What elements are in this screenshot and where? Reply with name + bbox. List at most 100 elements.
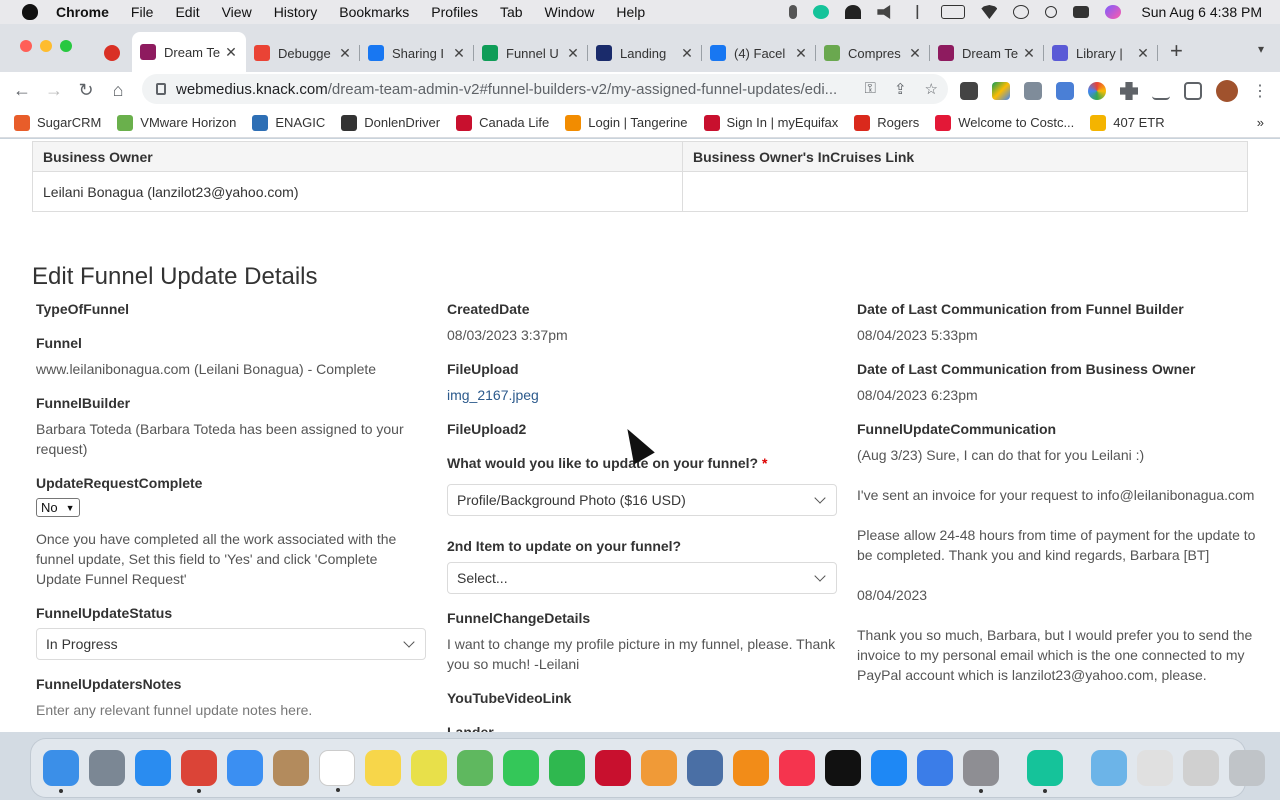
close-tab-icon[interactable]: ✕ <box>338 45 352 62</box>
menu-profiles[interactable]: Profiles <box>431 4 478 20</box>
bookmark-item[interactable]: Sign In | myEquifax <box>703 114 838 131</box>
microphone-icon[interactable] <box>789 5 798 19</box>
menu-view[interactable]: View <box>222 4 252 20</box>
downloads-folder-icon[interactable] <box>1091 750 1127 786</box>
notes-icon[interactable] <box>365 750 401 786</box>
spotlight-search-icon[interactable] <box>1045 6 1058 18</box>
menubar-clock[interactable]: Sun Aug 6 4:38 PM <box>1141 4 1262 20</box>
lock-icon[interactable] <box>156 83 166 95</box>
close-tab-icon[interactable]: ✕ <box>224 44 238 61</box>
bookmark-item[interactable]: Rogers <box>854 114 919 131</box>
arc-icon[interactable] <box>845 5 862 19</box>
time-machine-icon[interactable] <box>1013 5 1030 19</box>
pdf-icon[interactable] <box>595 750 631 786</box>
wifi-icon[interactable] <box>981 5 998 19</box>
maps-icon[interactable] <box>457 750 493 786</box>
migration-icon[interactable] <box>917 750 953 786</box>
browser-tab[interactable]: Funnel U ✕ <box>474 36 588 70</box>
bookmark-item[interactable]: 407 ETR <box>1090 114 1165 131</box>
close-window-button[interactable] <box>20 40 32 52</box>
back-button[interactable]: ← <box>6 80 38 101</box>
documents-stack-icon[interactable] <box>1137 750 1173 786</box>
browser-tab[interactable]: Sharing I ✕ <box>360 36 474 70</box>
grammarly-status-icon[interactable] <box>813 5 830 19</box>
close-tab-icon[interactable]: ✕ <box>1136 45 1150 62</box>
quicktime-icon[interactable] <box>687 750 723 786</box>
address-bar[interactable]: webmedius.knack.com /dream-team-admin-v2… <box>142 74 948 104</box>
calendar-icon[interactable] <box>319 750 355 792</box>
bookmark-item[interactable]: VMware Horizon <box>117 114 236 131</box>
update-item-select[interactable]: Profile/Background Photo ($16 USD) <box>447 484 837 516</box>
appletv-icon[interactable] <box>825 750 861 786</box>
finder-icon[interactable] <box>43 750 79 793</box>
music-icon[interactable] <box>779 750 815 786</box>
update-request-complete-select[interactable]: No ▼ <box>36 498 80 517</box>
extension-1-icon[interactable] <box>960 82 978 100</box>
side-panel-icon[interactable] <box>1184 82 1202 100</box>
stickies-icon[interactable] <box>411 750 447 786</box>
password-key-icon[interactable]: ⚿ <box>865 80 876 98</box>
browser-tab[interactable]: Dream Te ✕ <box>930 36 1044 70</box>
contacts-icon[interactable] <box>273 750 309 786</box>
close-tab-icon[interactable]: ✕ <box>908 45 922 62</box>
browser-tab[interactable]: Library | ✕ <box>1044 36 1158 70</box>
browser-tab[interactable]: Debugge ✕ <box>246 36 360 70</box>
system-settings-icon[interactable] <box>963 750 999 793</box>
funnel-update-status-select[interactable]: In Progress <box>36 628 426 660</box>
close-tab-icon[interactable]: ✕ <box>1022 45 1036 62</box>
bookmark-item[interactable]: SugarCRM <box>14 114 101 131</box>
menu-bookmarks[interactable]: Bookmarks <box>339 4 409 20</box>
menu-file[interactable]: File <box>131 4 154 20</box>
battery-icon[interactable] <box>941 5 966 19</box>
zoom-window-button[interactable] <box>60 40 72 52</box>
close-tab-icon[interactable]: ✕ <box>680 45 694 62</box>
recent-doc-icon[interactable] <box>1183 750 1219 786</box>
photos-icon[interactable] <box>641 750 677 786</box>
chrome-icon[interactable] <box>181 750 217 793</box>
bookmark-item[interactable]: Welcome to Costc... <box>935 114 1074 131</box>
home-button[interactable]: ⌂ <box>102 80 134 101</box>
menu-app-name[interactable]: Chrome <box>56 4 109 20</box>
reload-button[interactable]: ↻ <box>70 80 102 101</box>
minimize-window-button[interactable] <box>40 40 52 52</box>
grammarly-icon[interactable] <box>1027 750 1063 793</box>
forward-button[interactable]: → <box>38 80 70 101</box>
facetime-icon[interactable] <box>549 750 585 786</box>
menu-window[interactable]: Window <box>545 4 595 20</box>
menu-help[interactable]: Help <box>616 4 645 20</box>
trash-icon[interactable] <box>1229 750 1265 786</box>
browser-tab[interactable] <box>96 36 132 70</box>
menu-tab[interactable]: Tab <box>500 4 523 20</box>
apple-menu-icon[interactable] <box>22 4 38 20</box>
menu-edit[interactable]: Edit <box>175 4 199 20</box>
appstore-icon[interactable] <box>871 750 907 786</box>
siri-icon[interactable] <box>1105 5 1122 19</box>
download-icon[interactable] <box>1152 82 1170 100</box>
close-tab-icon[interactable]: ✕ <box>566 45 580 62</box>
bookmark-item[interactable]: DonlenDriver <box>341 114 440 131</box>
bookmark-item[interactable]: ENAGIC <box>252 114 325 131</box>
extension-4-icon[interactable] <box>1056 82 1074 100</box>
menu-history[interactable]: History <box>274 4 318 20</box>
more-bookmarks-icon[interactable]: » <box>1257 115 1264 130</box>
file-upload-link[interactable]: img_2167.jpeg <box>447 385 837 405</box>
bookmark-item[interactable]: Login | Tangerine <box>565 114 688 131</box>
launchpad-icon[interactable] <box>89 750 125 786</box>
close-tab-icon[interactable]: ✕ <box>794 45 808 62</box>
new-tab-button[interactable]: + <box>1170 38 1183 64</box>
close-tab-icon[interactable]: ✕ <box>452 45 466 62</box>
bookmark-star-icon[interactable]: ☆ <box>925 80 938 98</box>
control-center-icon[interactable] <box>1073 6 1090 18</box>
bookmark-item[interactable]: Canada Life <box>456 114 549 131</box>
chrome-menu-icon[interactable]: ⋮ <box>1252 81 1268 101</box>
browser-tab[interactable]: (4) Facel ✕ <box>702 36 816 70</box>
second-item-select[interactable]: Select... <box>447 562 837 594</box>
funnel-updaters-notes-input[interactable]: Enter any relevant funnel update notes h… <box>36 700 426 720</box>
extensions-puzzle-icon[interactable] <box>1120 82 1138 100</box>
volume-icon[interactable] <box>877 5 891 19</box>
books-icon[interactable] <box>733 750 769 786</box>
color-picker-extension-icon[interactable] <box>1088 82 1106 100</box>
browser-tab[interactable]: Landing ✕ <box>588 36 702 70</box>
code-extension-icon[interactable] <box>1024 82 1042 100</box>
profile-avatar[interactable] <box>1216 80 1238 102</box>
